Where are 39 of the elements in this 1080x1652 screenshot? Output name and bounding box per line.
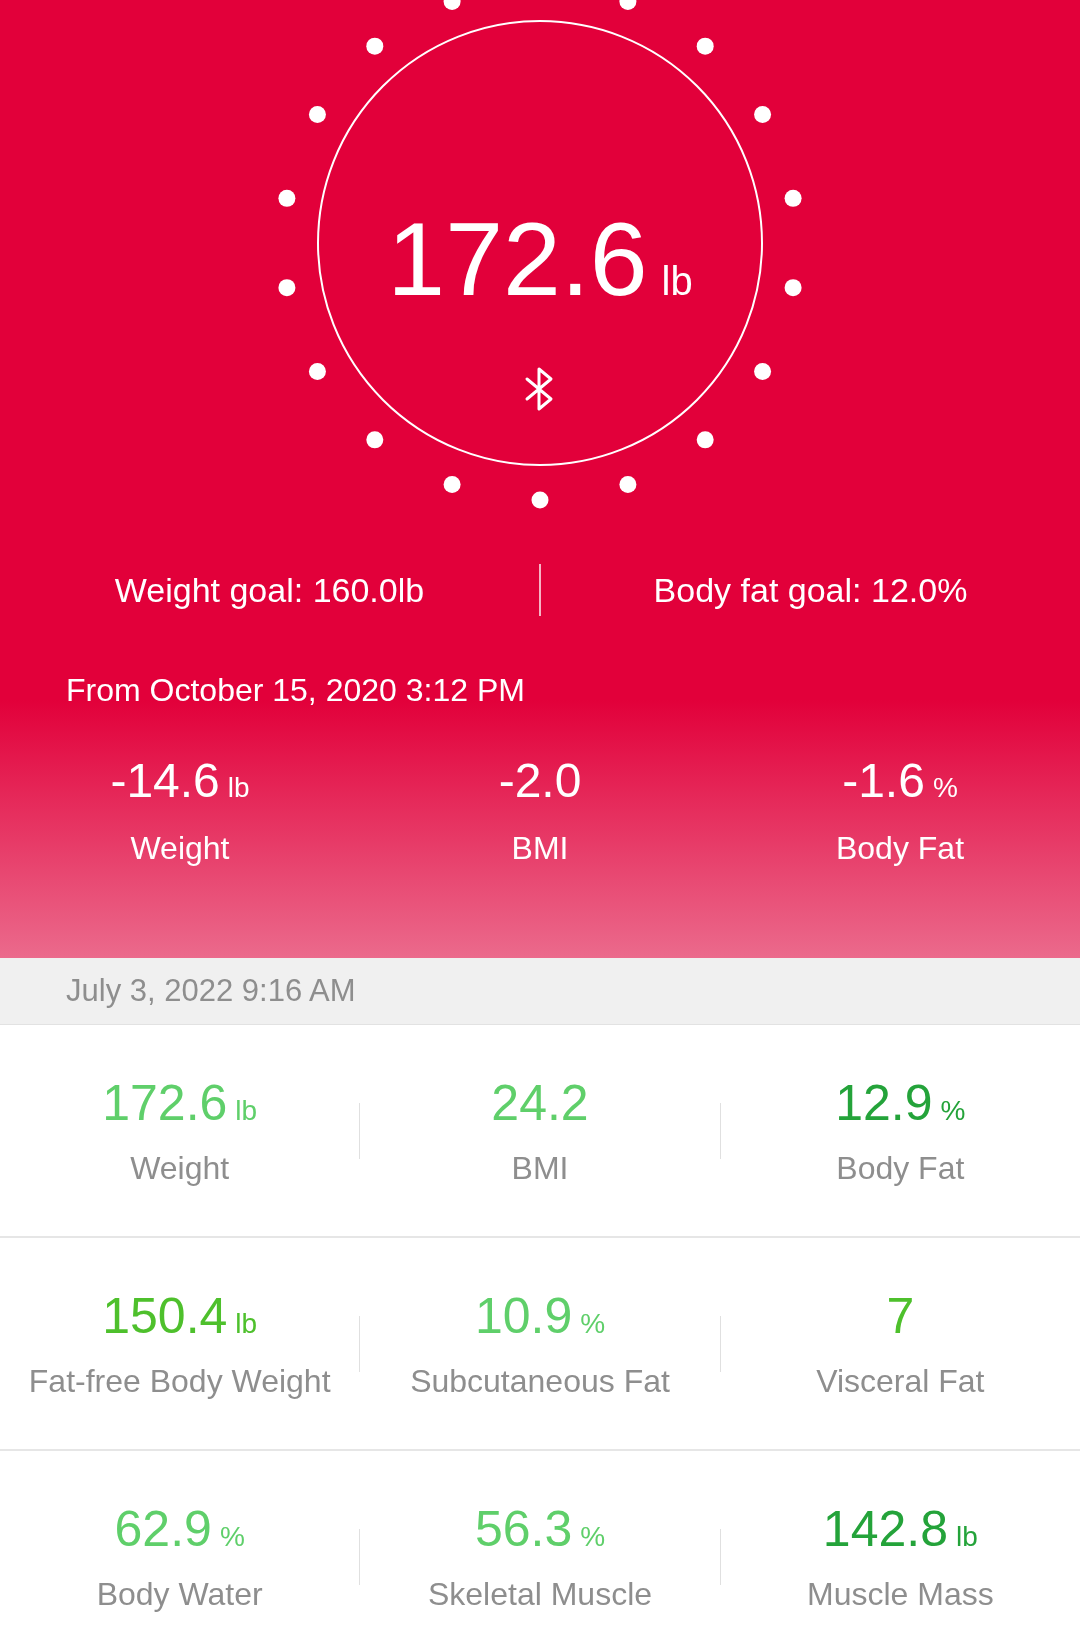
metric-unit: lb — [235, 1308, 258, 1340]
change-unit: lb — [227, 772, 250, 804]
change-label: Body Fat — [835, 830, 965, 867]
goal-text: Body fat goal: 12.0% — [652, 570, 969, 610]
since-date: From October 15, 2020 3:12 PM — [65, 672, 526, 709]
metric-unit: % — [219, 1521, 245, 1553]
metric-unit: % — [580, 1308, 606, 1340]
metric-label: Muscle Mass — [806, 1576, 994, 1613]
change-unit: % — [932, 772, 958, 804]
change-value: -14.6 — [110, 753, 220, 808]
metric-label: Subcutaneous Fat — [410, 1363, 670, 1400]
metric-label: Visceral Fat — [816, 1363, 985, 1400]
metric-value: 12.9 — [835, 1074, 933, 1132]
metric-value: 62.9 — [114, 1500, 212, 1558]
metric-value: 10.9 — [474, 1287, 573, 1345]
metric-value: 56.3 — [474, 1500, 573, 1558]
metric-unit: lb — [235, 1095, 258, 1127]
change-value: -2.0 — [498, 753, 582, 808]
metric-label: Fat-free Body Weight — [28, 1363, 331, 1400]
metric-value: 142.8 — [822, 1500, 948, 1558]
metric-unit: lb — [956, 1521, 978, 1553]
change-label: BMI — [511, 830, 569, 867]
weight-unit: lb — [661, 259, 693, 304]
change-label: Weight — [130, 830, 230, 867]
weight-reading: 172.6 — [387, 200, 648, 319]
metric-value: 172.6 — [102, 1074, 228, 1132]
metric-value: 24.2 — [491, 1074, 589, 1132]
metric-label: Body Water — [96, 1576, 263, 1613]
metric-label: BMI — [511, 1150, 569, 1187]
metric-value: 7 — [886, 1287, 915, 1345]
metric-label: Skeletal Muscle — [427, 1576, 653, 1613]
measurement-date: July 3, 2022 9:16 AM — [66, 973, 356, 1009]
metric-label: Body Fat — [836, 1150, 965, 1187]
metric-value: 150.4 — [102, 1287, 228, 1345]
goal-text: Weight goal: 160.0lb — [113, 570, 426, 610]
metric-label: Weight — [130, 1150, 230, 1187]
metric-unit: % — [580, 1521, 606, 1553]
change-value: -1.6 — [842, 753, 925, 808]
metric-unit: % — [940, 1095, 966, 1127]
